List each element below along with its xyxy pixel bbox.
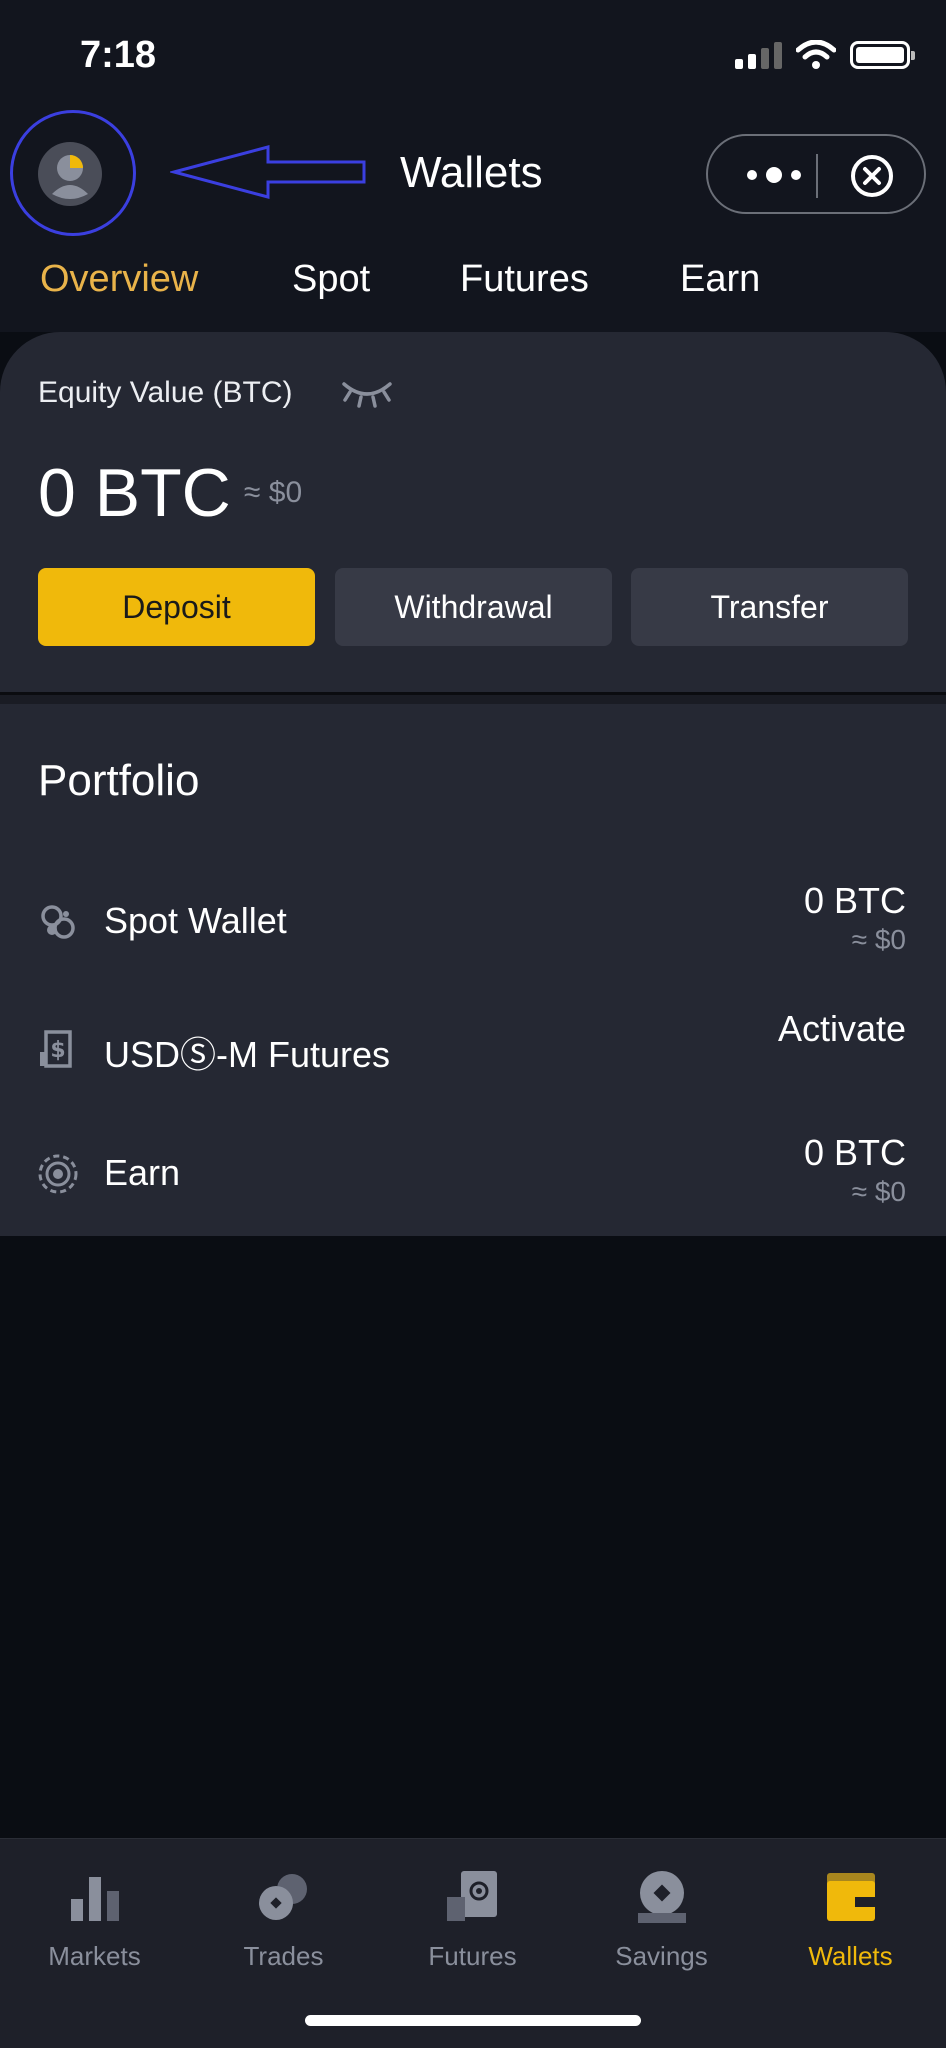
nav-label: Markets — [48, 1941, 141, 1971]
activate-futures-link[interactable]: Activate — [778, 1008, 906, 1050]
portfolio-title: Portfolio — [38, 756, 200, 805]
hide-balance-eye-icon[interactable] — [340, 378, 394, 408]
nav-label: Futures — [428, 1941, 517, 1971]
nav-trades[interactable]: Trades — [189, 1853, 378, 1993]
annotation-arrow-icon — [170, 145, 366, 199]
tab-futures[interactable]: Futures — [460, 258, 589, 301]
futures-icon — [446, 1871, 497, 1921]
markets-icon — [70, 1877, 119, 1921]
transfer-button[interactable]: Transfer — [631, 568, 908, 646]
spot-wallet-icon — [41, 905, 75, 939]
portfolio-row-label: USDⓈ-M Futures — [104, 1034, 391, 1075]
battery-icon — [850, 41, 915, 69]
futures-dollar-icon: $ — [40, 1030, 72, 1068]
empty-content-area — [0, 1236, 946, 1838]
nav-markets[interactable]: Markets — [0, 1853, 189, 1993]
portfolio-row-usd-m-futures[interactable]: $ USDⓈ-M Futures Activate — [0, 990, 946, 1100]
portfolio-row-usd: ≈ $0 — [851, 924, 906, 955]
home-indicator[interactable] — [305, 2015, 641, 2026]
cellular-signal-icon — [735, 41, 782, 69]
tab-earn[interactable]: Earn — [680, 258, 760, 301]
equity-btc-value: 0 BTC — [38, 455, 231, 531]
tab-spot[interactable]: Spot — [292, 258, 370, 301]
nav-label: Trades — [243, 1941, 324, 1971]
portfolio-row-spot-wallet[interactable]: Spot Wallet 0 BTC ≈ $0 — [0, 864, 946, 974]
profile-avatar-icon[interactable] — [38, 142, 102, 206]
equity-label: Equity Value (BTC) — [38, 376, 293, 409]
status-icons — [735, 40, 915, 70]
capsule-divider — [816, 154, 818, 198]
close-icon[interactable] — [850, 154, 894, 198]
tab-overview[interactable]: Overview — [40, 258, 198, 301]
svg-text:$: $ — [50, 1038, 65, 1063]
nav-wallets[interactable]: Wallets — [756, 1853, 945, 1993]
app-header: Wallets — [0, 110, 946, 236]
status-bar: 7:18 — [0, 0, 946, 110]
trades-icon — [258, 1874, 307, 1920]
equity-card: Equity Value (BTC) 0 BTC ≈ $0 Deposit Wi… — [0, 332, 946, 692]
portfolio-row-value: 0 BTC — [803, 880, 906, 921]
withdrawal-button[interactable]: Withdrawal — [335, 568, 612, 646]
portfolio-section: Portfolio Spot Wallet 0 BTC ≈ $0 $ USDⓈ-… — [0, 704, 946, 1236]
wallet-tabs: Overview Spot Futures Earn — [0, 236, 946, 332]
savings-icon — [637, 1871, 686, 1923]
wifi-icon — [796, 40, 836, 69]
nav-label: Wallets — [808, 1941, 893, 1971]
more-options-icon[interactable] — [744, 160, 804, 190]
deposit-button[interactable]: Deposit — [38, 568, 315, 646]
status-time: 7:18 — [80, 34, 157, 76]
section-divider — [0, 692, 946, 704]
portfolio-row-value: 0 BTC — [803, 1132, 906, 1173]
mini-program-capsule — [706, 134, 926, 214]
nav-savings[interactable]: Savings — [567, 1853, 756, 1993]
portfolio-row-earn[interactable]: Earn 0 BTC ≈ $0 — [0, 1116, 946, 1226]
nav-futures[interactable]: Futures — [378, 1853, 567, 1993]
portfolio-row-label: Spot Wallet — [104, 900, 287, 941]
page-title: Wallets — [400, 148, 543, 197]
wallets-icon — [826, 1873, 875, 1921]
portfolio-row-usd: ≈ $0 — [851, 1176, 906, 1207]
portfolio-row-label: Earn — [104, 1152, 181, 1193]
earn-target-icon — [38, 1154, 78, 1194]
equity-usd-value: ≈ $0 — [244, 476, 303, 509]
nav-label: Savings — [615, 1941, 708, 1971]
